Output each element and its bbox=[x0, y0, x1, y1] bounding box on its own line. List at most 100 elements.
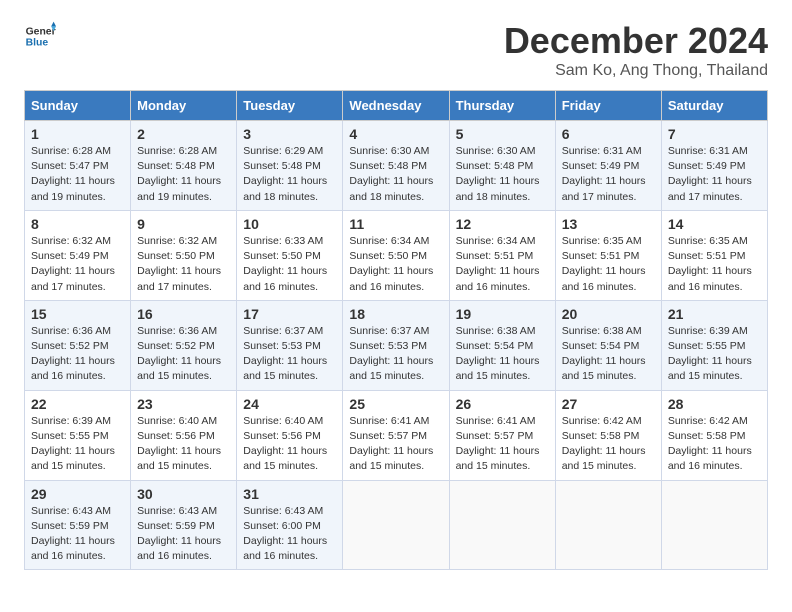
calendar-cell: 27 Sunrise: 6:42 AM Sunset: 5:58 PM Dayl… bbox=[555, 390, 661, 480]
sunset-label: Sunset: 5:59 PM bbox=[137, 520, 215, 532]
sunrise-label: Sunrise: 6:30 AM bbox=[349, 145, 429, 157]
calendar-cell: 23 Sunrise: 6:40 AM Sunset: 5:56 PM Dayl… bbox=[131, 390, 237, 480]
calendar-week-row: 1 Sunrise: 6:28 AM Sunset: 5:47 PM Dayli… bbox=[25, 121, 768, 211]
sunrise-label: Sunrise: 6:28 AM bbox=[137, 145, 217, 157]
calendar-cell: 14 Sunrise: 6:35 AM Sunset: 5:51 PM Dayl… bbox=[661, 210, 767, 300]
daylight-label: Daylight: 11 hours and 16 minutes. bbox=[31, 355, 115, 382]
calendar-cell: 28 Sunrise: 6:42 AM Sunset: 5:58 PM Dayl… bbox=[661, 390, 767, 480]
calendar-cell: 10 Sunrise: 6:33 AM Sunset: 5:50 PM Dayl… bbox=[237, 210, 343, 300]
daylight-label: Daylight: 11 hours and 15 minutes. bbox=[562, 445, 646, 472]
sunset-label: Sunset: 5:55 PM bbox=[668, 340, 746, 352]
day-info: Sunrise: 6:37 AM Sunset: 5:53 PM Dayligh… bbox=[243, 324, 336, 385]
daylight-label: Daylight: 11 hours and 17 minutes. bbox=[137, 265, 221, 292]
calendar-cell: 19 Sunrise: 6:38 AM Sunset: 5:54 PM Dayl… bbox=[449, 300, 555, 390]
header-tuesday: Tuesday bbox=[237, 91, 343, 121]
calendar-cell: 17 Sunrise: 6:37 AM Sunset: 5:53 PM Dayl… bbox=[237, 300, 343, 390]
calendar-week-row: 8 Sunrise: 6:32 AM Sunset: 5:49 PM Dayli… bbox=[25, 210, 768, 300]
day-info: Sunrise: 6:43 AM Sunset: 6:00 PM Dayligh… bbox=[243, 504, 336, 565]
daylight-label: Daylight: 11 hours and 19 minutes. bbox=[31, 175, 115, 202]
header-saturday: Saturday bbox=[661, 91, 767, 121]
sunset-label: Sunset: 5:48 PM bbox=[349, 160, 427, 172]
day-number: 11 bbox=[349, 216, 442, 232]
sunset-label: Sunset: 5:51 PM bbox=[456, 250, 534, 262]
calendar-cell: 31 Sunrise: 6:43 AM Sunset: 6:00 PM Dayl… bbox=[237, 480, 343, 570]
sunrise-label: Sunrise: 6:37 AM bbox=[243, 325, 323, 337]
daylight-label: Daylight: 11 hours and 15 minutes. bbox=[243, 355, 327, 382]
svg-text:Blue: Blue bbox=[26, 38, 49, 49]
day-info: Sunrise: 6:34 AM Sunset: 5:50 PM Dayligh… bbox=[349, 234, 442, 295]
header-sunday: Sunday bbox=[25, 91, 131, 121]
day-info: Sunrise: 6:30 AM Sunset: 5:48 PM Dayligh… bbox=[349, 144, 442, 205]
sunset-label: Sunset: 5:51 PM bbox=[668, 250, 746, 262]
sunrise-label: Sunrise: 6:37 AM bbox=[349, 325, 429, 337]
daylight-label: Daylight: 11 hours and 19 minutes. bbox=[137, 175, 221, 202]
day-number: 23 bbox=[137, 396, 230, 412]
day-number: 13 bbox=[562, 216, 655, 232]
daylight-label: Daylight: 11 hours and 18 minutes. bbox=[456, 175, 540, 202]
day-number: 24 bbox=[243, 396, 336, 412]
logo-icon: General Blue bbox=[24, 20, 56, 52]
calendar-cell: 25 Sunrise: 6:41 AM Sunset: 5:57 PM Dayl… bbox=[343, 390, 449, 480]
calendar-cell: 8 Sunrise: 6:32 AM Sunset: 5:49 PM Dayli… bbox=[25, 210, 131, 300]
daylight-label: Daylight: 11 hours and 17 minutes. bbox=[668, 175, 752, 202]
daylight-label: Daylight: 11 hours and 16 minutes. bbox=[243, 535, 327, 562]
header-thursday: Thursday bbox=[449, 91, 555, 121]
sunrise-label: Sunrise: 6:43 AM bbox=[31, 505, 111, 517]
day-number: 22 bbox=[31, 396, 124, 412]
day-info: Sunrise: 6:40 AM Sunset: 5:56 PM Dayligh… bbox=[137, 414, 230, 475]
daylight-label: Daylight: 11 hours and 15 minutes. bbox=[243, 445, 327, 472]
sunrise-label: Sunrise: 6:34 AM bbox=[349, 235, 429, 247]
sunset-label: Sunset: 5:50 PM bbox=[349, 250, 427, 262]
daylight-label: Daylight: 11 hours and 17 minutes. bbox=[562, 175, 646, 202]
sunset-label: Sunset: 5:53 PM bbox=[243, 340, 321, 352]
calendar-cell: 26 Sunrise: 6:41 AM Sunset: 5:57 PM Dayl… bbox=[449, 390, 555, 480]
calendar-cell: 4 Sunrise: 6:30 AM Sunset: 5:48 PM Dayli… bbox=[343, 121, 449, 211]
daylight-label: Daylight: 11 hours and 15 minutes. bbox=[349, 445, 433, 472]
daylight-label: Daylight: 11 hours and 16 minutes. bbox=[668, 265, 752, 292]
day-number: 21 bbox=[668, 306, 761, 322]
day-info: Sunrise: 6:39 AM Sunset: 5:55 PM Dayligh… bbox=[31, 414, 124, 475]
sunset-label: Sunset: 5:55 PM bbox=[31, 430, 109, 442]
sunrise-label: Sunrise: 6:40 AM bbox=[243, 415, 323, 427]
sunset-label: Sunset: 5:49 PM bbox=[562, 160, 640, 172]
day-number: 6 bbox=[562, 126, 655, 142]
sunrise-label: Sunrise: 6:31 AM bbox=[562, 145, 642, 157]
day-number: 9 bbox=[137, 216, 230, 232]
day-info: Sunrise: 6:36 AM Sunset: 5:52 PM Dayligh… bbox=[137, 324, 230, 385]
sunset-label: Sunset: 5:48 PM bbox=[137, 160, 215, 172]
sunrise-label: Sunrise: 6:42 AM bbox=[562, 415, 642, 427]
day-info: Sunrise: 6:32 AM Sunset: 5:49 PM Dayligh… bbox=[31, 234, 124, 295]
svg-text:General: General bbox=[26, 26, 56, 37]
day-number: 2 bbox=[137, 126, 230, 142]
sunset-label: Sunset: 5:52 PM bbox=[31, 340, 109, 352]
daylight-label: Daylight: 11 hours and 18 minutes. bbox=[243, 175, 327, 202]
sunset-label: Sunset: 5:59 PM bbox=[31, 520, 109, 532]
sunrise-label: Sunrise: 6:40 AM bbox=[137, 415, 217, 427]
day-info: Sunrise: 6:38 AM Sunset: 5:54 PM Dayligh… bbox=[456, 324, 549, 385]
sunrise-label: Sunrise: 6:39 AM bbox=[31, 415, 111, 427]
daylight-label: Daylight: 11 hours and 15 minutes. bbox=[562, 355, 646, 382]
day-info: Sunrise: 6:32 AM Sunset: 5:50 PM Dayligh… bbox=[137, 234, 230, 295]
day-info: Sunrise: 6:38 AM Sunset: 5:54 PM Dayligh… bbox=[562, 324, 655, 385]
day-number: 17 bbox=[243, 306, 336, 322]
daylight-label: Daylight: 11 hours and 15 minutes. bbox=[456, 445, 540, 472]
day-number: 10 bbox=[243, 216, 336, 232]
calendar-table: SundayMondayTuesdayWednesdayThursdayFrid… bbox=[24, 90, 768, 570]
day-info: Sunrise: 6:37 AM Sunset: 5:53 PM Dayligh… bbox=[349, 324, 442, 385]
day-info: Sunrise: 6:42 AM Sunset: 5:58 PM Dayligh… bbox=[562, 414, 655, 475]
calendar-cell bbox=[555, 480, 661, 570]
day-number: 20 bbox=[562, 306, 655, 322]
calendar-cell: 7 Sunrise: 6:31 AM Sunset: 5:49 PM Dayli… bbox=[661, 121, 767, 211]
daylight-label: Daylight: 11 hours and 15 minutes. bbox=[668, 355, 752, 382]
sunrise-label: Sunrise: 6:29 AM bbox=[243, 145, 323, 157]
sunset-label: Sunset: 6:00 PM bbox=[243, 520, 321, 532]
daylight-label: Daylight: 11 hours and 15 minutes. bbox=[456, 355, 540, 382]
day-number: 15 bbox=[31, 306, 124, 322]
day-info: Sunrise: 6:40 AM Sunset: 5:56 PM Dayligh… bbox=[243, 414, 336, 475]
daylight-label: Daylight: 11 hours and 15 minutes. bbox=[137, 445, 221, 472]
daylight-label: Daylight: 11 hours and 16 minutes. bbox=[668, 445, 752, 472]
calendar-cell: 6 Sunrise: 6:31 AM Sunset: 5:49 PM Dayli… bbox=[555, 121, 661, 211]
calendar-cell: 18 Sunrise: 6:37 AM Sunset: 5:53 PM Dayl… bbox=[343, 300, 449, 390]
day-info: Sunrise: 6:39 AM Sunset: 5:55 PM Dayligh… bbox=[668, 324, 761, 385]
sunset-label: Sunset: 5:48 PM bbox=[456, 160, 534, 172]
